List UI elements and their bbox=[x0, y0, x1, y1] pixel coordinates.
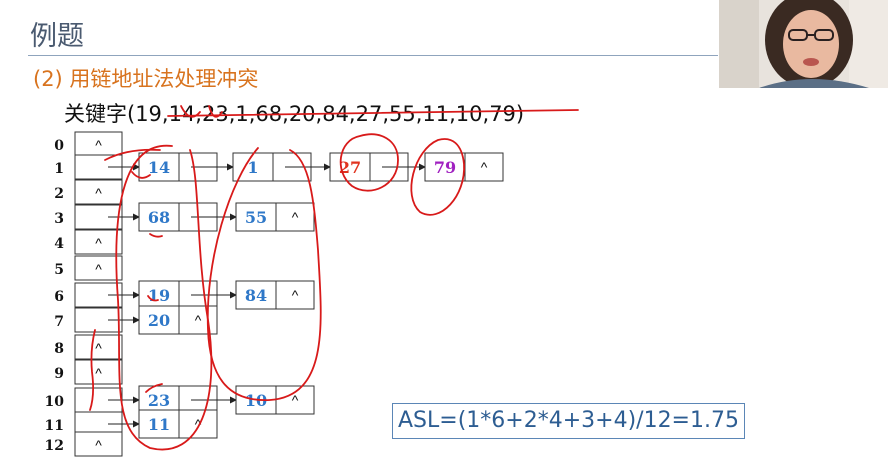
table-index: 12 bbox=[45, 438, 64, 454]
chain-node-key: 68 bbox=[148, 208, 170, 227]
table-index: 10 bbox=[45, 394, 65, 410]
table-index: 8 bbox=[54, 341, 64, 357]
null-pointer: ^ bbox=[95, 185, 102, 201]
table-index: 2 bbox=[54, 186, 64, 202]
table-index: 1 bbox=[54, 161, 64, 177]
null-pointer: ^ bbox=[95, 137, 102, 153]
red-annotation-stroke bbox=[167, 109, 579, 117]
chain-node-key: 19 bbox=[148, 286, 170, 305]
table-index: 9 bbox=[54, 366, 64, 382]
red-annotation-stroke bbox=[149, 233, 163, 238]
chain-node-key: 14 bbox=[148, 158, 170, 177]
null-pointer: ^ bbox=[95, 235, 102, 251]
table-index: 5 bbox=[54, 262, 64, 278]
null-pointer: ^ bbox=[95, 437, 102, 453]
table-index: 11 bbox=[45, 418, 64, 434]
table-index: 7 bbox=[54, 314, 64, 330]
null-pointer: ^ bbox=[95, 365, 102, 381]
table-index: 4 bbox=[54, 236, 64, 252]
null-pointer: ^ bbox=[195, 312, 202, 328]
null-pointer: ^ bbox=[481, 159, 488, 175]
chain-node-key: 55 bbox=[245, 208, 267, 227]
asl-formula: ASL=(1*6+2*4+3+4)/12=1.75 bbox=[392, 403, 745, 439]
null-pointer: ^ bbox=[292, 209, 299, 225]
null-pointer: ^ bbox=[95, 340, 102, 356]
chain-node-key: 84 bbox=[245, 286, 267, 305]
table-index: 3 bbox=[54, 211, 64, 227]
red-annotation-stroke bbox=[206, 147, 322, 401]
null-pointer: ^ bbox=[95, 261, 102, 277]
chain-node-key: 20 bbox=[148, 311, 170, 330]
chain-node-key: 79 bbox=[434, 158, 456, 177]
table-index: 6 bbox=[54, 289, 64, 305]
hash-table-diagram: 0 ^12 ^34 ^5 ^678 ^9 ^101112 ^14 1 27 79 ^68 55 ^19 84… bbox=[45, 105, 579, 457]
null-pointer: ^ bbox=[292, 287, 299, 303]
chain-node-key: 23 bbox=[148, 391, 170, 410]
chain-node-key: 11 bbox=[148, 415, 170, 434]
table-index: 0 bbox=[54, 138, 64, 154]
